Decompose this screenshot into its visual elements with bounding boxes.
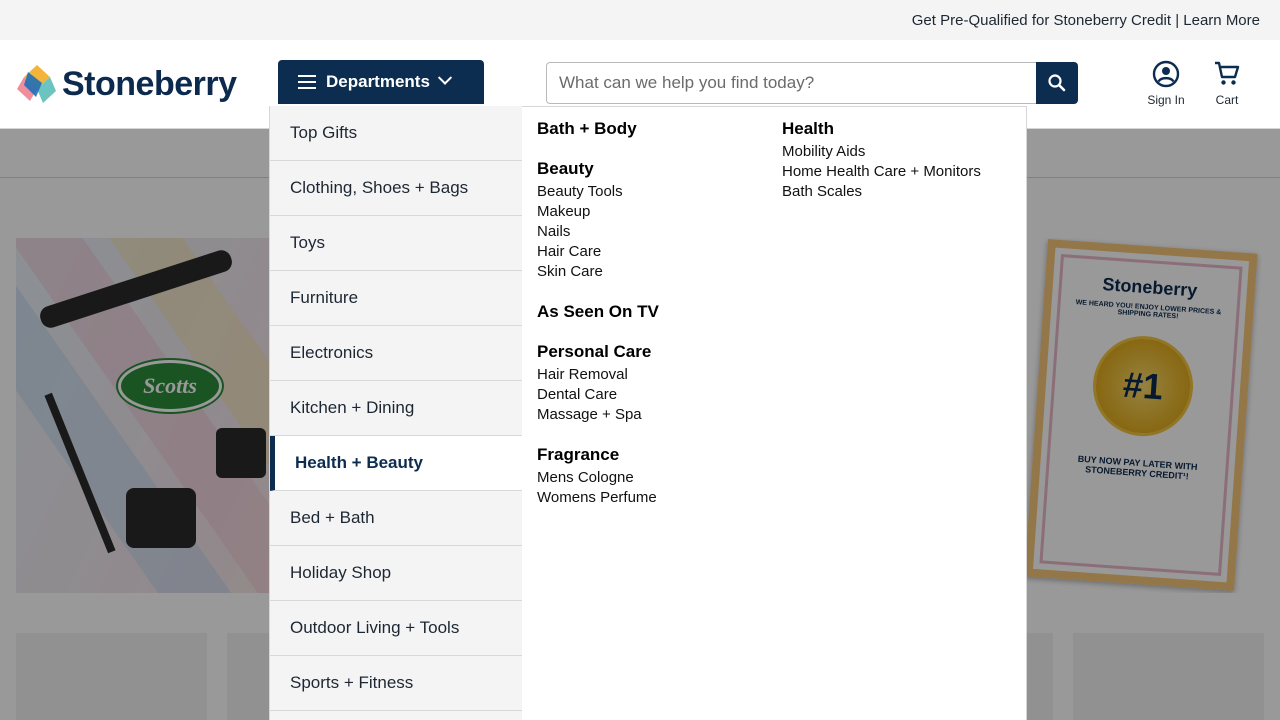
department-item-bed-bath[interactable]: Bed + Bath [270, 491, 522, 546]
submenu-column-2: Health Mobility Aids Home Health Care + Mo… [782, 119, 981, 222]
promo-separator: | [1171, 11, 1184, 29]
department-item-kitchen-dining[interactable]: Kitchen + Dining [270, 381, 522, 436]
sign-in-label: Sign In [1147, 93, 1185, 107]
logo-text: Stoneberry [62, 64, 237, 103]
submenu-link-mens-cologne[interactable]: Mens Cologne [537, 468, 659, 488]
submenu-link-beauty-tools[interactable]: Beauty Tools [537, 182, 659, 202]
user-account-icon [1152, 60, 1180, 88]
submenu-group-bath-body: Bath + Body [537, 119, 659, 139]
submenu-link-hair-care[interactable]: Hair Care [537, 242, 659, 262]
department-item-toys[interactable]: Toys [270, 216, 522, 271]
submenu-heading-health[interactable]: Health [782, 119, 981, 139]
submenu-link-home-health-care-monitors[interactable]: Home Health Care + Monitors [782, 162, 981, 182]
submenu-link-womens-perfume[interactable]: Womens Perfume [537, 488, 659, 508]
hamburger-icon [298, 75, 316, 89]
departments-label: Departments [326, 72, 430, 91]
departments-menu: Top Gifts Clothing, Shoes + Bags Toys Furni… [269, 106, 522, 720]
department-item-clothing-shoes-bags[interactable]: Clothing, Shoes + Bags [270, 161, 522, 216]
chevron-down-icon [437, 70, 452, 85]
logo[interactable]: Stoneberry [16, 63, 237, 105]
submenu-group-as-seen-on-tv: As Seen On TV [537, 302, 659, 322]
department-item-health-beauty[interactable]: Health + Beauty [270, 436, 522, 491]
submenu-link-nails[interactable]: Nails [537, 222, 659, 242]
submenu-link-dental-care[interactable]: Dental Care [537, 385, 659, 405]
search-button[interactable] [1036, 62, 1078, 104]
promo-text: Get Pre-Qualified for Stoneberry Credit [911, 11, 1172, 29]
departments-button[interactable]: Departments [278, 60, 484, 104]
submenu-group-personal-care: Personal Care Hair Removal Dental Care Mass… [537, 342, 659, 425]
submenu-link-hair-removal[interactable]: Hair Removal [537, 365, 659, 385]
submenu-link-makeup[interactable]: Makeup [537, 202, 659, 222]
submenu-group-fragrance: Fragrance Mens Cologne Womens Perfume [537, 445, 659, 508]
submenu-heading-as-seen-on-tv[interactable]: As Seen On TV [537, 302, 659, 322]
stoneberry-logo-icon [17, 65, 56, 103]
submenu-heading-beauty[interactable]: Beauty [537, 159, 659, 179]
learn-more-link[interactable]: Learn More [1183, 12, 1260, 29]
submenu-group-health: Health Mobility Aids Home Health Care + Mo… [782, 119, 981, 202]
submenu-link-mobility-aids[interactable]: Mobility Aids [782, 142, 981, 162]
submenu-heading-fragrance[interactable]: Fragrance [537, 445, 659, 465]
submenu-group-beauty: Beauty Beauty Tools Makeup Nails Hair Care Sk… [537, 159, 659, 282]
department-item-electronics[interactable]: Electronics [270, 326, 522, 381]
search-icon [1048, 74, 1066, 92]
departments-submenu: Bath + Body Beauty Beauty Tools Makeup Nails… [522, 106, 1027, 720]
submenu-link-bath-scales[interactable]: Bath Scales [782, 182, 981, 202]
cart-icon [1215, 61, 1240, 85]
submenu-link-skin-care[interactable]: Skin Care [537, 262, 659, 282]
submenu-heading-bath-body[interactable]: Bath + Body [537, 119, 659, 139]
department-item-holiday-shop[interactable]: Holiday Shop [270, 546, 522, 601]
submenu-heading-personal-care[interactable]: Personal Care [537, 342, 659, 362]
submenu-link-massage-spa[interactable]: Massage + Spa [537, 405, 659, 425]
department-item-top-gifts[interactable]: Top Gifts [270, 106, 522, 161]
cart-label: Cart [1215, 93, 1239, 107]
promo-bar: Get Pre-Qualified for Stoneberry Credit … [0, 0, 1280, 40]
sign-in-button[interactable]: Sign In [1143, 60, 1189, 107]
department-item-sports-fitness[interactable]: Sports + Fitness [270, 656, 522, 711]
submenu-column-1: Bath + Body Beauty Beauty Tools Makeup Nails… [537, 119, 659, 528]
department-item-outdoor-living-tools[interactable]: Outdoor Living + Tools [270, 601, 522, 656]
search-bar [546, 62, 1078, 104]
search-input[interactable] [546, 62, 1036, 104]
cart-button[interactable]: Cart [1208, 60, 1246, 107]
department-item-furniture[interactable]: Furniture [270, 271, 522, 326]
